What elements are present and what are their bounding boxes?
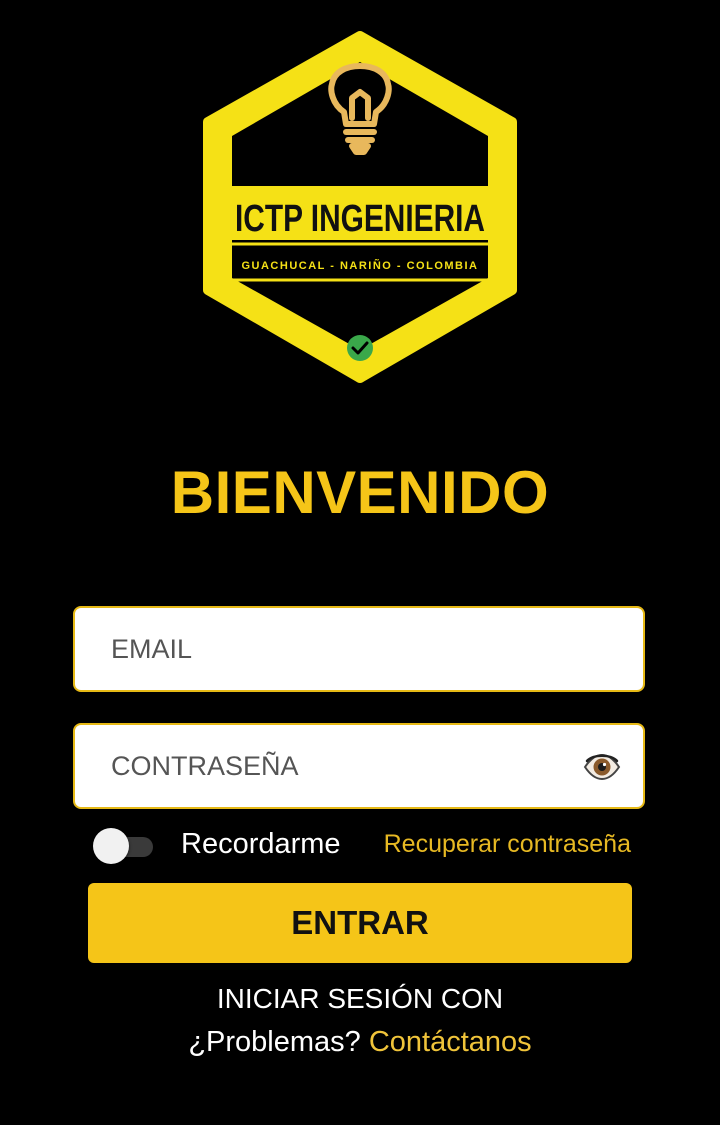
eye-icon[interactable] <box>583 749 621 785</box>
logo-subtitle: GUACHUCAL - NARIÑO - COLOMBIA <box>241 259 478 272</box>
email-input[interactable] <box>75 608 643 690</box>
app-logo: ICTP INGENIERIA GUACHUCAL - NARIÑO - COL… <box>198 28 522 388</box>
welcome-title: BIENVENIDO <box>170 459 550 526</box>
problems-label: ¿Problemas? <box>188 1026 361 1058</box>
email-field[interactable] <box>73 606 645 692</box>
remember-label: Recordarme <box>181 828 341 860</box>
login-with-label: INICIAR SESIÓN CON <box>216 983 504 1014</box>
footer-problems: ¿Problemas? Contáctanos <box>0 1026 720 1059</box>
toggle-thumb <box>93 828 129 864</box>
logo-title: ICTP INGENIERIA <box>235 198 485 240</box>
enter-button[interactable]: ENTRAR <box>88 883 632 963</box>
options-row: Recordarme Recuperar contraseña <box>0 822 720 868</box>
remember-toggle[interactable] <box>93 828 153 864</box>
password-field[interactable] <box>73 723 645 809</box>
check-circle-icon <box>347 335 373 361</box>
password-input[interactable] <box>75 725 643 807</box>
contact-link[interactable]: Contáctanos <box>369 1026 532 1058</box>
recover-password-link[interactable]: Recuperar contraseña <box>384 830 631 859</box>
